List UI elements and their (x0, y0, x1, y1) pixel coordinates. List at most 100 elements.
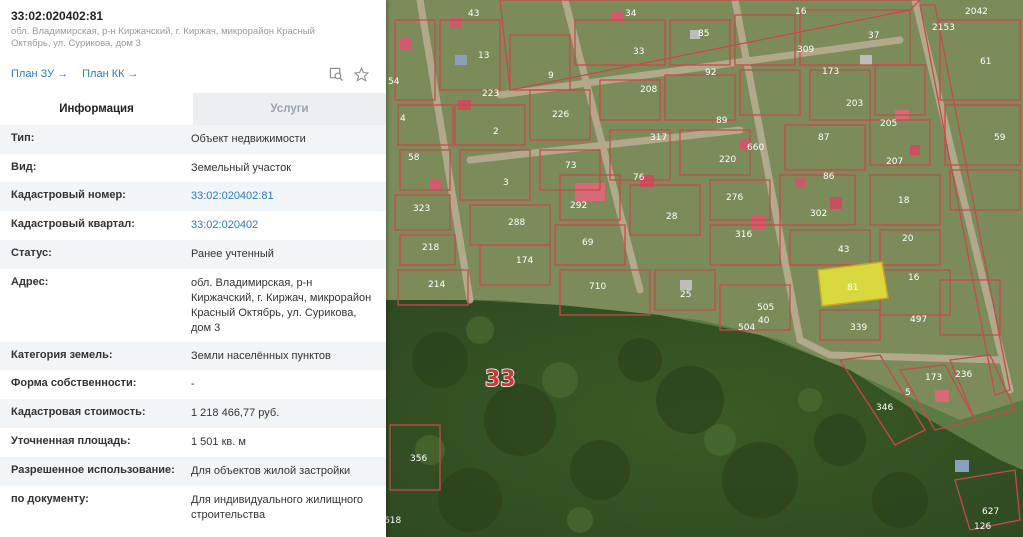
plot-number-label[interactable]: 173 (822, 67, 839, 77)
row-value: Для индивидуального жилищного строительс… (191, 494, 364, 521)
plot-number-label[interactable]: 173 (925, 373, 942, 383)
plot-number-label[interactable]: 208 (640, 85, 657, 95)
row-label: Кадастровый квартал: (11, 218, 135, 230)
plot-number-label[interactable]: 346 (876, 403, 893, 413)
plot-number-label[interactable]: 226 (552, 110, 569, 120)
row-type: Тип: Объект недвижимости (0, 125, 386, 154)
plot-number-label[interactable]: 40 (758, 316, 770, 326)
row-status: Статус: Ранее учтенный (0, 240, 386, 269)
row-label: Тип: (11, 132, 35, 144)
plot-number-label[interactable]: 339 (850, 323, 867, 333)
plot-number-label[interactable]: 20 (902, 234, 914, 244)
row-permitted-use: Разрешенное использование: Для объектов … (0, 457, 386, 486)
plot-number-label[interactable]: 87 (818, 133, 829, 143)
row-value: - (191, 378, 195, 390)
zoom-to-object-icon[interactable] (329, 67, 344, 82)
row-value: Земли населённых пунктов (191, 350, 331, 362)
row-value: 1 218 466,77 руб. (191, 407, 280, 419)
plot-number-label[interactable]: 33 (633, 47, 644, 57)
plot-number-label[interactable]: 9 (548, 71, 554, 81)
plot-number-label[interactable]: 316 (735, 230, 752, 240)
plot-number-label[interactable]: 69 (582, 238, 594, 248)
plot-number-label[interactable]: 214 (428, 280, 445, 290)
plot-number-label[interactable]: 317 (650, 133, 667, 143)
row-label: Форма собственности: (11, 377, 137, 389)
tab-information[interactable]: Информация (0, 93, 193, 125)
property-table: Тип: Объект недвижимости Вид: Земельный … (0, 125, 386, 531)
row-value: обл. Владимирская, р-н Киржачский, г. Ки… (191, 277, 372, 334)
row-value: Земельный участок (191, 162, 292, 174)
plot-number-label[interactable]: 86 (823, 172, 835, 182)
plot-number-label[interactable]: 18 (898, 196, 910, 206)
plot-number-label[interactable]: 5 (905, 388, 911, 398)
plot-number-label[interactable]: 2042 (965, 7, 988, 17)
plot-number-label[interactable]: 92 (705, 68, 716, 78)
plot-number-label[interactable]: 2 (493, 127, 499, 137)
plot-number-label[interactable]: 207 (886, 157, 903, 167)
plot-number-label[interactable]: 126 (974, 522, 991, 532)
plot-number-label[interactable]: 288 (508, 218, 525, 228)
plot-number-label[interactable]: 323 (413, 204, 430, 214)
star-favorite-icon[interactable] (354, 66, 369, 82)
plot-number-label[interactable]: 497 (910, 315, 927, 325)
row-label: по документу: (11, 493, 89, 505)
plot-number-label[interactable]: 54 (388, 77, 400, 87)
plot-number-label[interactable]: 710 (589, 282, 606, 292)
panel-tabs: Информация Услуги (0, 93, 386, 125)
plan-links: План ЗУ → План КК → (11, 66, 375, 82)
plot-number-label[interactable]: 3 (503, 178, 509, 188)
cadastral-number-link[interactable]: 33:02:020402:81 (191, 182, 375, 211)
row-label: Уточненная площадь: (11, 435, 131, 447)
plot-number-label[interactable]: 660 (747, 143, 764, 153)
selected-plot-label[interactable]: 81 (847, 283, 858, 293)
plot-number-label[interactable]: 292 (570, 201, 587, 211)
plot-number-label[interactable]: 43 (838, 245, 849, 255)
cadastral-number-title: 33:02:020402:81 (11, 9, 104, 23)
plot-number-label[interactable]: 302 (810, 209, 827, 219)
plan-zu-link[interactable]: План ЗУ → (11, 68, 68, 80)
row-label: Адрес: (11, 276, 49, 288)
plot-number-label[interactable]: 34 (625, 9, 637, 19)
row-by-document: по документу: Для индивидуального жилищн… (0, 486, 386, 531)
plot-number-label[interactable]: 627 (982, 507, 999, 517)
plot-number-label[interactable]: 25 (680, 290, 691, 300)
plot-number-label[interactable]: 59 (994, 133, 1006, 143)
row-area: Уточненная площадь: 1 501 кв. м (0, 428, 386, 457)
row-address: Адрес: обл. Владимирская, р-н Киржачский… (0, 269, 386, 342)
plot-number-label[interactable]: 28 (666, 212, 678, 222)
plot-number-label[interactable]: 309 (797, 45, 814, 55)
plot-number-label[interactable]: 276 (726, 193, 743, 203)
plot-number-label[interactable]: 2153 (932, 23, 955, 33)
plot-number-label[interactable]: 73 (565, 161, 576, 171)
row-label: Разрешенное использование: (11, 464, 175, 476)
plot-number-label[interactable]: 618 (384, 516, 401, 526)
plot-number-label[interactable]: 89 (716, 116, 728, 126)
plot-number-label[interactable]: 205 (880, 119, 897, 129)
plot-number-label[interactable]: 16 (908, 273, 920, 283)
row-ownership: Форма собственности: - (0, 370, 386, 399)
plot-number-label[interactable]: 13 (478, 51, 489, 61)
plot-number-label[interactable]: 504 (738, 323, 755, 333)
row-value: Для объектов жилой застройки (191, 465, 351, 477)
plot-number-label[interactable]: 356 (410, 454, 427, 464)
plot-number-label[interactable]: 4 (400, 114, 406, 124)
tab-services[interactable]: Услуги (193, 93, 386, 125)
plot-number-label[interactable]: 37 (868, 31, 879, 41)
plot-number-label[interactable]: 76 (633, 173, 645, 183)
plot-number-label[interactable]: 220 (719, 155, 736, 165)
plan-kk-link[interactable]: План КК → (82, 68, 138, 80)
plot-number-label[interactable]: 203 (846, 99, 863, 109)
plot-number-label[interactable]: 16 (795, 7, 807, 17)
plot-number-label[interactable]: 174 (516, 256, 533, 266)
plot-number-label[interactable]: 85 (698, 29, 709, 39)
plot-number-label[interactable]: 218 (422, 243, 439, 253)
plot-number-label[interactable]: 505 (757, 303, 774, 313)
plot-number-label[interactable]: 223 (482, 89, 499, 99)
plot-number-label[interactable]: 61 (980, 57, 991, 67)
plot-number-label[interactable]: 58 (408, 153, 420, 163)
plot-number-label[interactable]: 43 (468, 9, 479, 19)
plot-number-label[interactable]: 236 (955, 370, 972, 380)
cadastral-quarter-link[interactable]: 33:02:020402 (191, 211, 375, 240)
row-label: Вид: (11, 161, 37, 173)
row-kind: Вид: Земельный участок (0, 154, 386, 182)
